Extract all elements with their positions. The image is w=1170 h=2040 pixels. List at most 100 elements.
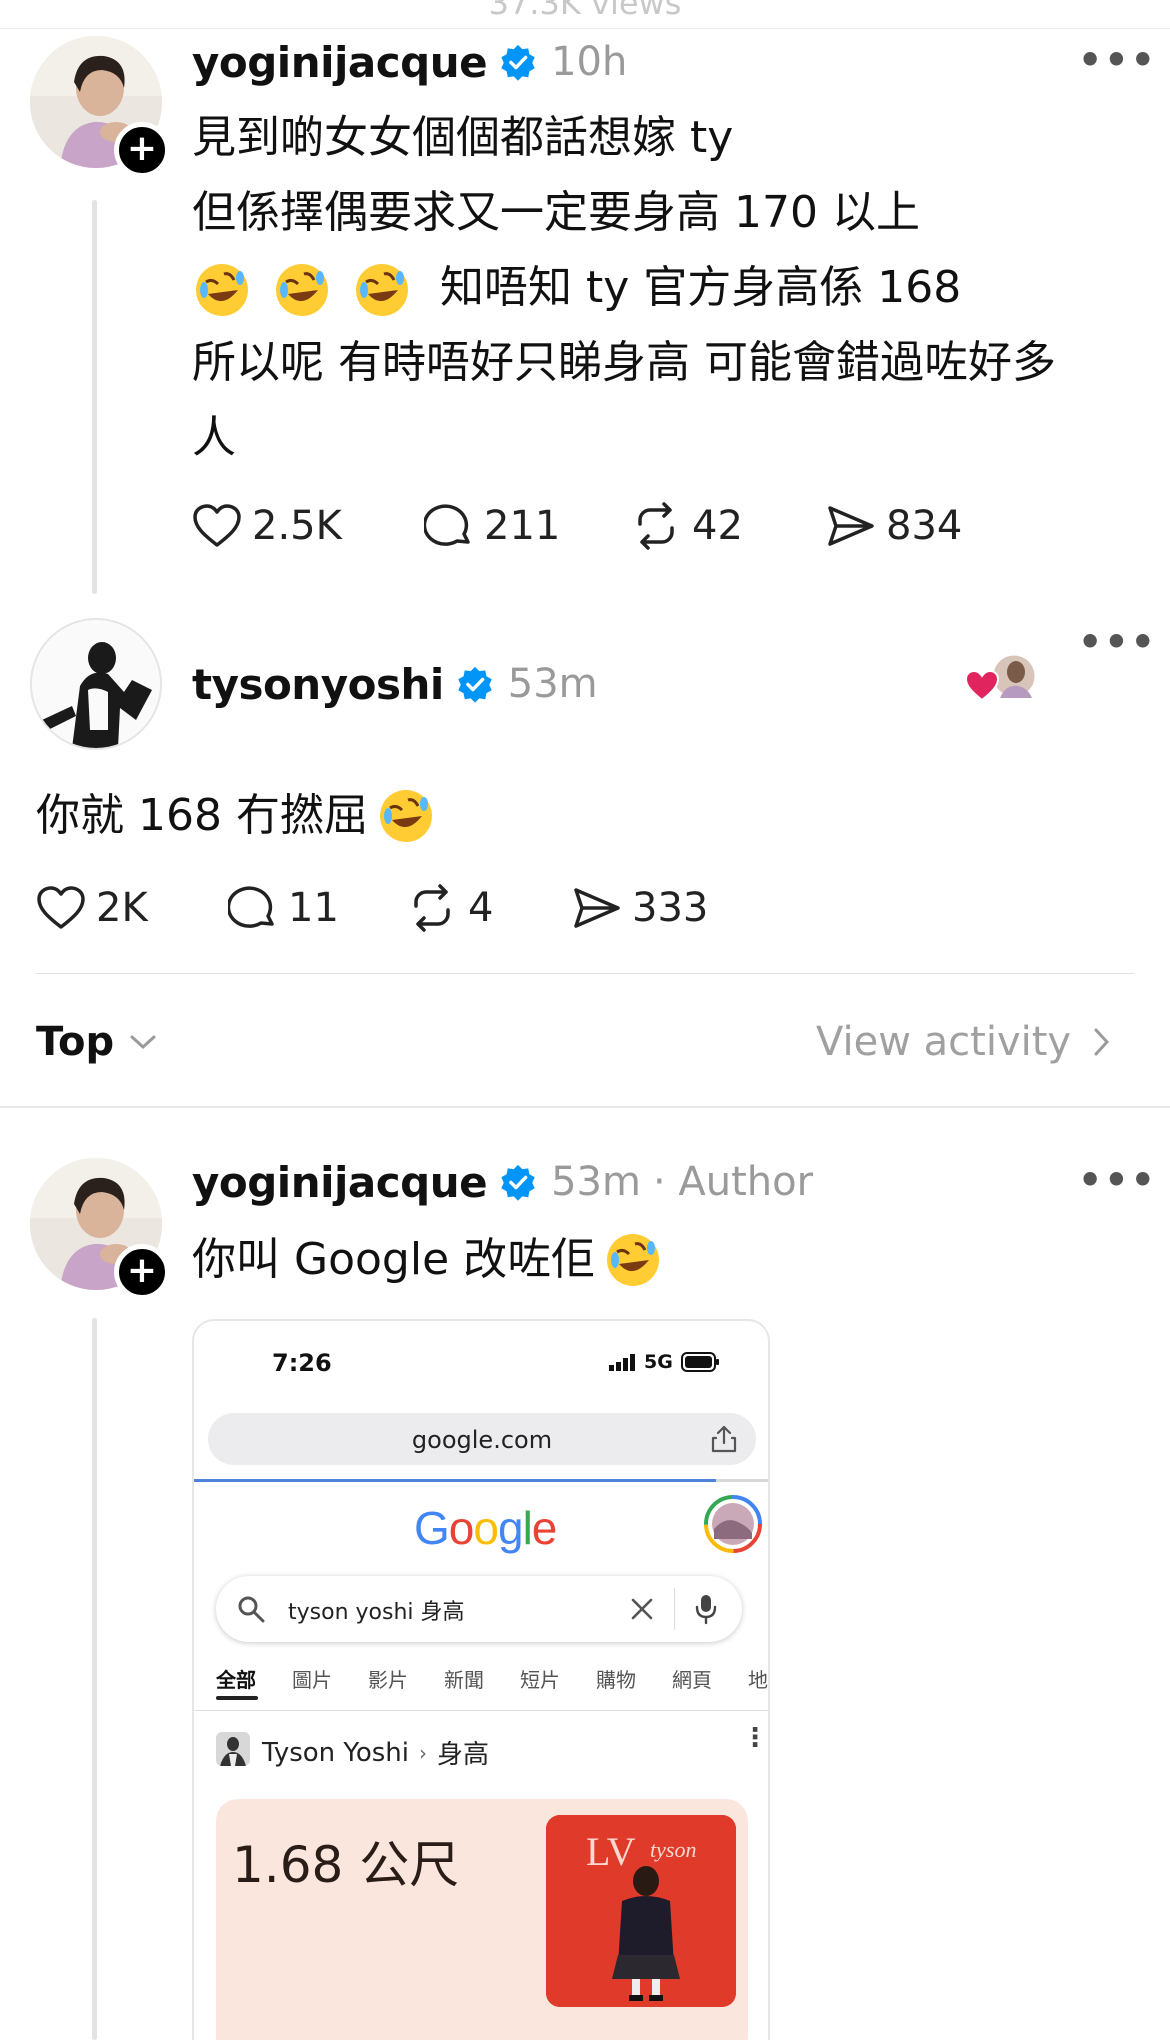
account-avatar[interactable] xyxy=(704,1495,762,1553)
active-tab-indicator xyxy=(216,1696,258,1700)
breadcrumb-separator-icon: › xyxy=(419,1740,427,1765)
repost-count: 42 xyxy=(692,503,743,549)
rofl-emoji-icon xyxy=(379,789,432,842)
search-query: tyson yoshi 身高 xyxy=(288,1600,465,1625)
logo-letter: e xyxy=(531,1502,558,1554)
post-body: 你就 168 冇撚屈 xyxy=(36,778,436,853)
search-tab-images[interactable]: 圖片 xyxy=(292,1664,332,1693)
reply-header: yoginijacque 53m · Author xyxy=(192,1154,813,1210)
more-options-icon[interactable]: ••• xyxy=(1078,38,1157,82)
liked-by-author-indicator[interactable] xyxy=(964,648,1040,708)
post-time: 53m xyxy=(507,661,598,707)
post-line: 見到啲女女個個都話想嫁 ty xyxy=(192,112,734,163)
send-icon xyxy=(828,506,874,546)
repost-icon xyxy=(638,502,674,550)
url-text: google.com xyxy=(411,1426,553,1454)
search-tab-videos[interactable]: 影片 xyxy=(368,1664,408,1693)
like-button[interactable]: 2.5K xyxy=(192,503,424,549)
post-line: 所以呢 有時唔好只睇身高 可能會錯過咗好多 xyxy=(192,337,1056,388)
divider xyxy=(194,1710,768,1711)
repost-icon xyxy=(414,884,450,932)
rofl-emoji-icon xyxy=(607,1233,660,1286)
search-tab-short-videos[interactable]: 短片 xyxy=(520,1664,560,1693)
username[interactable]: yoginijacque xyxy=(192,1158,488,1207)
more-options-icon[interactable]: ••• xyxy=(1078,1158,1157,1202)
status-clock: 7:26 xyxy=(272,1349,332,1377)
network-label: 5G xyxy=(644,1351,673,1373)
post-line: 你就 168 冇撚屈 xyxy=(36,790,368,841)
reply-body: 你叫 Google 改咗佢 xyxy=(192,1222,663,1297)
rofl-emoji-icon xyxy=(192,262,426,316)
heart-icon xyxy=(193,504,241,547)
username[interactable]: tysonyoshi xyxy=(192,660,444,709)
search-icon xyxy=(238,1596,265,1623)
attached-screenshot[interactable]: 7:26 5G google.com Google tyson yoshi 身高… xyxy=(192,1319,770,2040)
sort-dropdown[interactable]: Top xyxy=(36,1014,158,1070)
heart-icon xyxy=(37,886,85,929)
share-button[interactable]: 834 xyxy=(824,502,962,550)
like-count: 2K xyxy=(96,885,148,931)
signal-icon xyxy=(609,1354,635,1371)
reply-button[interactable]: 211 xyxy=(424,502,630,550)
search-tab-maps[interactable]: 地 xyxy=(748,1664,768,1693)
search-tab-web[interactable]: 網頁 xyxy=(672,1664,712,1693)
search-box[interactable]: tyson yoshi 身高 xyxy=(216,1576,742,1642)
sort-label: Top xyxy=(36,1019,115,1065)
follow-plus-button[interactable]: + xyxy=(114,1244,170,1300)
thread-line xyxy=(92,1318,97,2040)
answer-photo[interactable]: LV tyson xyxy=(546,1815,736,2007)
divider xyxy=(0,28,1170,29)
search-tab-all[interactable]: 全部 xyxy=(216,1664,256,1693)
share-button[interactable]: 333 xyxy=(570,884,708,932)
entity-attribute: 身高 xyxy=(437,1740,490,1770)
share-count: 834 xyxy=(886,503,963,549)
reply-count: 211 xyxy=(484,503,561,549)
comment-icon xyxy=(228,886,274,928)
microphone-icon[interactable] xyxy=(694,1593,718,1625)
follow-plus-button[interactable]: + xyxy=(114,122,170,178)
google-logo: Google xyxy=(414,1501,558,1555)
more-options-icon[interactable]: ••• xyxy=(1078,620,1157,664)
post-header: yoginijacque 10h xyxy=(192,34,627,90)
entity-name[interactable]: Tyson Yoshi xyxy=(262,1738,409,1768)
username[interactable]: yoginijacque xyxy=(192,38,488,87)
answer-card: 1.68 公尺 LV tyson xyxy=(216,1799,748,2040)
divider xyxy=(674,1588,675,1630)
post-line: 你叫 Google 改咗佢 xyxy=(192,1234,596,1285)
more-vertical-icon[interactable]: ⋮ xyxy=(742,1725,768,1751)
view-activity-link[interactable]: View activity xyxy=(816,1014,1113,1070)
repost-button[interactable]: 4 xyxy=(406,884,570,932)
verified-badge-icon xyxy=(501,44,535,81)
share-icon[interactable] xyxy=(710,1424,738,1454)
verified-badge-icon xyxy=(458,666,492,703)
like-button[interactable]: 2K xyxy=(36,885,228,931)
reply-button[interactable]: 11 xyxy=(228,884,406,932)
view-activity-label: View activity xyxy=(816,1019,1072,1065)
send-icon xyxy=(574,888,620,928)
repost-count: 4 xyxy=(468,885,494,931)
post-body: 見到啲女女個個都話想嫁 ty 但係擇偶要求又一定要身高 170 以上 知唔知 t… xyxy=(192,100,1142,475)
divider xyxy=(36,973,1134,974)
author-tag: · Author xyxy=(652,1159,814,1205)
status-bar-icons: 5G xyxy=(608,1351,721,1373)
avatar[interactable] xyxy=(30,618,162,750)
search-tab-shopping[interactable]: 購物 xyxy=(596,1664,636,1693)
battery-icon xyxy=(680,1352,719,1372)
search-tab-news[interactable]: 新聞 xyxy=(444,1664,484,1693)
repost-button[interactable]: 42 xyxy=(630,502,824,550)
logo-letter: g xyxy=(497,1502,524,1554)
address-bar[interactable]: google.com xyxy=(208,1413,756,1465)
chevron-right-icon xyxy=(1094,1028,1110,1056)
post-line: 知唔知 ty 官方身高係 168 xyxy=(192,250,1142,325)
share-count: 333 xyxy=(632,885,709,931)
clear-icon[interactable] xyxy=(630,1597,654,1621)
knowledge-panel-title: Tyson Yoshi › 身高 xyxy=(262,1734,489,1771)
post-actions: 2K 11 4 333 xyxy=(36,880,708,936)
divider xyxy=(0,1106,1170,1108)
post-line: 人 xyxy=(192,412,236,463)
entity-thumbnail xyxy=(216,1732,250,1766)
post-actions: 2.5K 211 42 834 xyxy=(192,498,962,554)
logo-letter: o xyxy=(473,1502,499,1554)
photo-text: tyson xyxy=(650,1837,696,1862)
reply-count: 11 xyxy=(288,885,339,931)
